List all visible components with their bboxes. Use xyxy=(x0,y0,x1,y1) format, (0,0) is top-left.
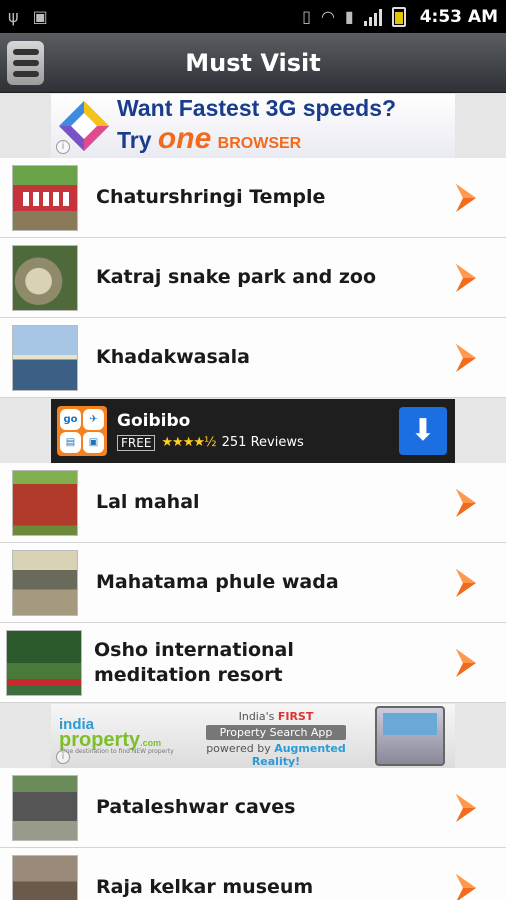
ip-powered-prefix: powered by xyxy=(206,741,271,755)
place-thumbnail xyxy=(12,164,78,231)
place-label: Chaturshringi Temple xyxy=(96,186,326,208)
goibibo-app-icon: go ✈ ▤ ▣ xyxy=(57,405,107,456)
place-label: Lal mahal xyxy=(96,491,200,513)
ad-row-one-browser: Want Fastest 3G speeds? Try one BROWSER … xyxy=(0,93,506,158)
india-property-logo: india property.com xyxy=(59,716,161,752)
ip-headline-prefix: India's xyxy=(238,709,275,723)
phone-image-icon xyxy=(375,705,445,766)
list-item[interactable]: Osho international meditation resort xyxy=(0,623,506,703)
ip-logo-domain: .com xyxy=(140,737,162,748)
place-thumbnail xyxy=(12,324,78,391)
menu-icon[interactable] xyxy=(7,41,44,85)
place-thumbnail xyxy=(12,549,78,616)
ip-tagline: One destination to find NEW property xyxy=(61,747,174,755)
ad-goibibo-price: FREE xyxy=(117,434,156,451)
sd-card-icon: ▮ xyxy=(344,6,354,26)
status-bar: ψ ▣ ▯ ◠ ▮ 4:53 AM xyxy=(0,0,506,33)
ad-banner-one-browser[interactable]: Want Fastest 3G speeds? Try one BROWSER … xyxy=(51,93,455,158)
signal-icon xyxy=(363,8,382,26)
ad-banner-goibibo[interactable]: go ✈ ▤ ▣ Goibibo FREE ★★★★½ 251 Reviews ⬇ xyxy=(51,398,455,463)
place-thumbnail xyxy=(6,629,82,696)
ad-one-browser-word: BROWSER xyxy=(217,135,302,152)
battery-icon xyxy=(391,6,406,27)
place-label: Katraj snake park and zoo xyxy=(96,266,376,288)
list-item[interactable]: Katraj snake park and zoo xyxy=(0,238,506,318)
ad-banner-india-property[interactable]: india property.com One destination to fi… xyxy=(51,703,455,768)
place-thumbnail xyxy=(12,469,78,536)
chevron-right-icon xyxy=(454,343,478,373)
wifi-icon: ◠ xyxy=(320,6,335,26)
chevron-right-icon xyxy=(454,648,478,678)
ad-row-india-property: india property.com One destination to fi… xyxy=(0,703,506,768)
list-item[interactable]: Lal mahal xyxy=(0,463,506,543)
list-item[interactable]: Chaturshringi Temple xyxy=(0,158,506,238)
list-item[interactable]: Raja kelkar museum xyxy=(0,848,506,900)
list-item[interactable]: Pataleshwar caves xyxy=(0,768,506,848)
ad-info-icon[interactable]: i xyxy=(56,139,70,154)
chevron-right-icon xyxy=(454,263,478,293)
chevron-right-icon xyxy=(454,793,478,823)
page-title: Must Visit xyxy=(185,48,321,77)
chevron-right-icon xyxy=(454,873,478,900)
ad-one-headline: Want Fastest 3G speeds? xyxy=(117,95,397,121)
download-icon[interactable]: ⬇ xyxy=(399,406,447,455)
list-item[interactable]: Mahatama phule wada xyxy=(0,543,506,623)
usb-icon: ψ xyxy=(8,6,19,26)
chevron-right-icon xyxy=(454,488,478,518)
ad-one-brand: one xyxy=(157,122,212,155)
title-bar: Must Visit xyxy=(0,33,506,93)
app-screen: ψ ▣ ▯ ◠ ▮ 4:53 AM Must Visit Want Fastes… xyxy=(0,0,506,900)
vibrate-icon: ▯ xyxy=(302,6,311,26)
place-label: Pataleshwar caves xyxy=(96,796,296,818)
chevron-right-icon xyxy=(454,568,478,598)
place-thumbnail xyxy=(12,244,78,311)
ad-info-icon[interactable]: i xyxy=(56,749,70,764)
android-icon: ▣ xyxy=(32,6,48,26)
ad-goibibo-name: Goibibo xyxy=(117,410,191,431)
place-thumbnail xyxy=(12,854,78,900)
place-label: Raja kelkar museum xyxy=(96,876,314,898)
place-label: Khadakwasala xyxy=(96,346,250,368)
ip-headline-highlight: FIRST xyxy=(277,709,314,723)
ip-headline-main: Property Search App xyxy=(206,724,346,740)
rating-stars-icon: ★★★★½ xyxy=(161,435,216,450)
chevron-right-icon xyxy=(454,183,478,213)
ad-row-goibibo: go ✈ ▤ ▣ Goibibo FREE ★★★★½ 251 Reviews ⬇ xyxy=(0,398,506,463)
place-thumbnail xyxy=(12,774,78,841)
place-label: Mahatama phule wada xyxy=(96,571,339,593)
status-time: 4:53 AM xyxy=(419,6,498,27)
place-label: Osho international meditation resort xyxy=(94,638,294,686)
ad-one-try: Try xyxy=(117,127,152,153)
ad-goibibo-reviews: 251 Reviews xyxy=(221,435,304,450)
list-item[interactable]: Khadakwasala xyxy=(0,318,506,398)
